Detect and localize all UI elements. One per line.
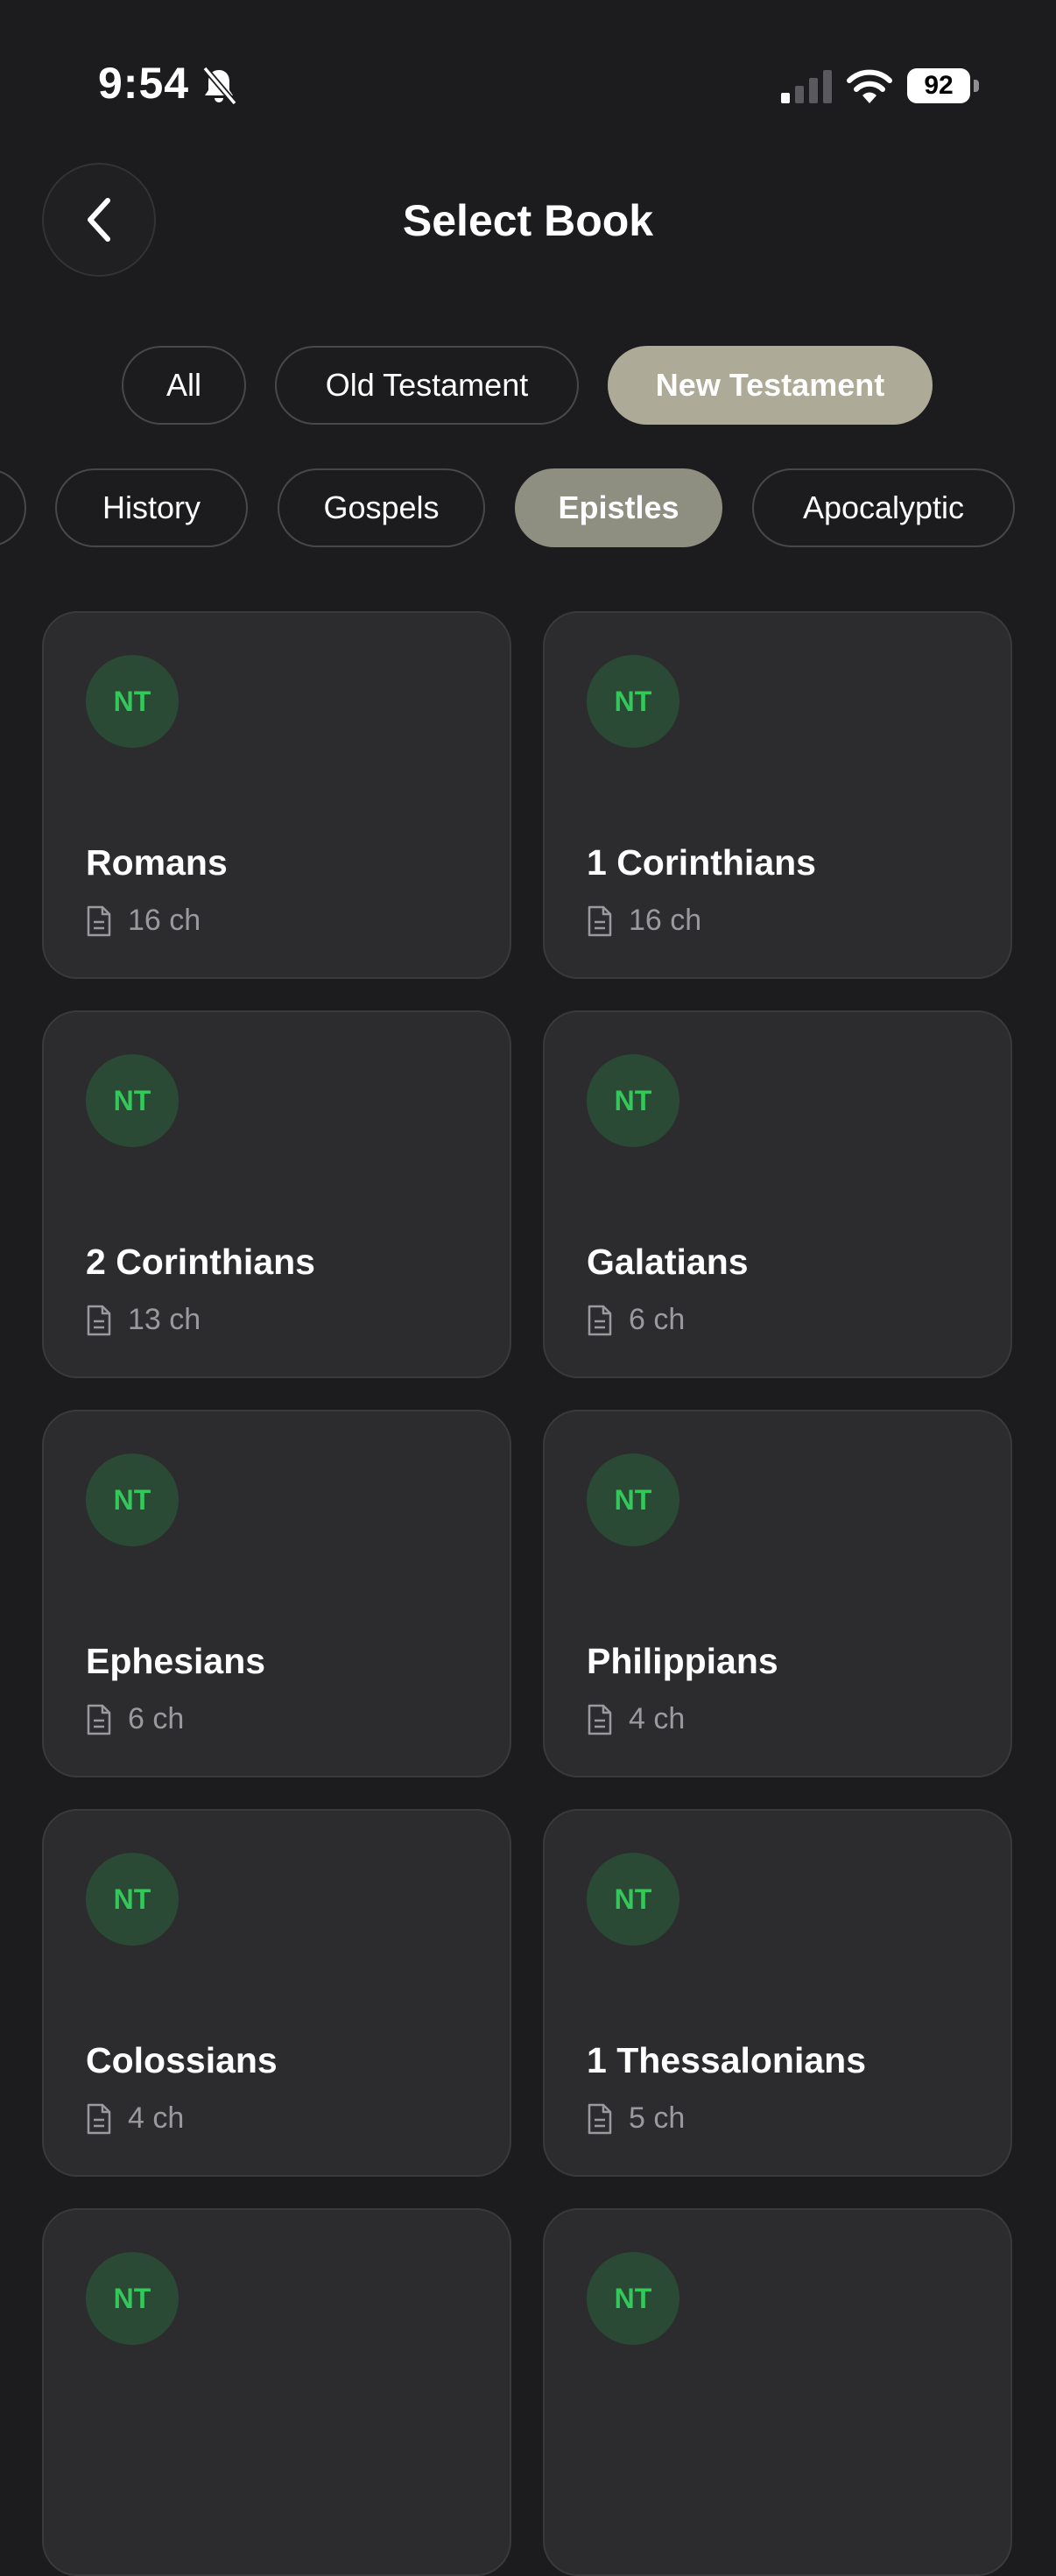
chapter-count-label: 13 ch: [128, 1303, 201, 1336]
book-card-ephesians[interactable]: NT Ephesians 6 ch: [42, 1410, 511, 1777]
status-time: 9:54: [98, 59, 190, 108]
filter-old-testament[interactable]: Old Testament: [275, 346, 579, 425]
chapter-count: 13 ch: [86, 1303, 201, 1337]
chapter-count-label: 16 ch: [629, 904, 702, 937]
document-icon: [87, 2103, 111, 2134]
cellular-signal-icon: [781, 70, 832, 103]
testament-badge: NT: [86, 1054, 179, 1147]
book-card-philippians[interactable]: NT Philippians 4 ch: [543, 1410, 1012, 1777]
book-name: Galatians: [587, 1242, 749, 1282]
book-card-galatians[interactable]: NT Galatians 6 ch: [543, 1010, 1012, 1378]
book-name: 1 Corinthians: [587, 842, 816, 883]
chapter-count: 16 ch: [86, 904, 201, 938]
book-name: 1 Thessalonians: [587, 2040, 867, 2080]
testament-badge: NT: [86, 1853, 179, 1946]
genre-gospels[interactable]: Gospels: [278, 468, 485, 547]
page-title: Select Book: [402, 196, 654, 245]
testament-badge: NT: [86, 1453, 179, 1546]
document-icon: [588, 1305, 612, 1335]
chapter-count: 16 ch: [587, 904, 701, 938]
chapter-count-label: 16 ch: [128, 904, 201, 937]
book-name: Colossians: [86, 2040, 278, 2080]
testament-badge: NT: [587, 1853, 679, 1946]
book-card-1-thessalonians[interactable]: NT 1 Thessalonians 5 ch: [543, 1809, 1012, 2177]
testament-badge: NT: [86, 2252, 179, 2345]
genre-history[interactable]: History: [55, 468, 248, 547]
wifi-icon: [847, 69, 892, 103]
testament-badge: NT: [587, 1054, 679, 1147]
chapter-count-label: 4 ch: [629, 1702, 686, 1735]
document-icon: [588, 905, 612, 936]
filter-new-testament[interactable]: New Testament: [608, 346, 933, 425]
battery-cap: [974, 80, 979, 92]
document-icon: [588, 2103, 612, 2134]
book-name: Philippians: [587, 1641, 778, 1681]
testament-badge: NT: [587, 1453, 679, 1546]
genre-chip-partial[interactable]: [0, 468, 26, 547]
battery-level: 92: [907, 68, 970, 103]
document-icon: [87, 1305, 111, 1335]
chapter-count-label: 4 ch: [128, 2101, 185, 2135]
status-bar: 9:54 92: [0, 0, 1056, 175]
filter-all[interactable]: All: [122, 346, 246, 425]
bell-slash-icon: [202, 66, 237, 106]
document-icon: [87, 905, 111, 936]
book-card-partial[interactable]: NT: [543, 2208, 1012, 2576]
chapter-count-label: 6 ch: [128, 1702, 185, 1735]
document-icon: [588, 1704, 612, 1735]
chapter-count-label: 6 ch: [629, 1303, 686, 1336]
book-name: Romans: [86, 842, 228, 883]
chapter-count: 6 ch: [587, 1303, 685, 1337]
book-name: Ephesians: [86, 1641, 266, 1681]
genre-apocalyptic[interactable]: Apocalyptic: [752, 468, 1015, 547]
chapter-count: 5 ch: [587, 2101, 685, 2136]
book-card-partial[interactable]: NT: [42, 2208, 511, 2576]
testament-badge: NT: [86, 655, 179, 748]
chapter-count: 4 ch: [86, 2101, 184, 2136]
testament-badge: NT: [587, 655, 679, 748]
battery-icon: 92: [907, 68, 979, 103]
book-card-colossians[interactable]: NT Colossians 4 ch: [42, 1809, 511, 2177]
book-card-1-corinthians[interactable]: NT 1 Corinthians 16 ch: [543, 611, 1012, 979]
book-name: 2 Corinthians: [86, 1242, 315, 1282]
book-card-2-corinthians[interactable]: NT 2 Corinthians 13 ch: [42, 1010, 511, 1378]
genre-epistles[interactable]: Epistles: [515, 468, 722, 547]
book-card-romans[interactable]: NT Romans 16 ch: [42, 611, 511, 979]
chapter-count-label: 5 ch: [629, 2101, 686, 2135]
chapter-count: 4 ch: [587, 1702, 685, 1736]
testament-badge: NT: [587, 2252, 679, 2345]
chapter-count: 6 ch: [86, 1702, 184, 1736]
document-icon: [87, 1704, 111, 1735]
